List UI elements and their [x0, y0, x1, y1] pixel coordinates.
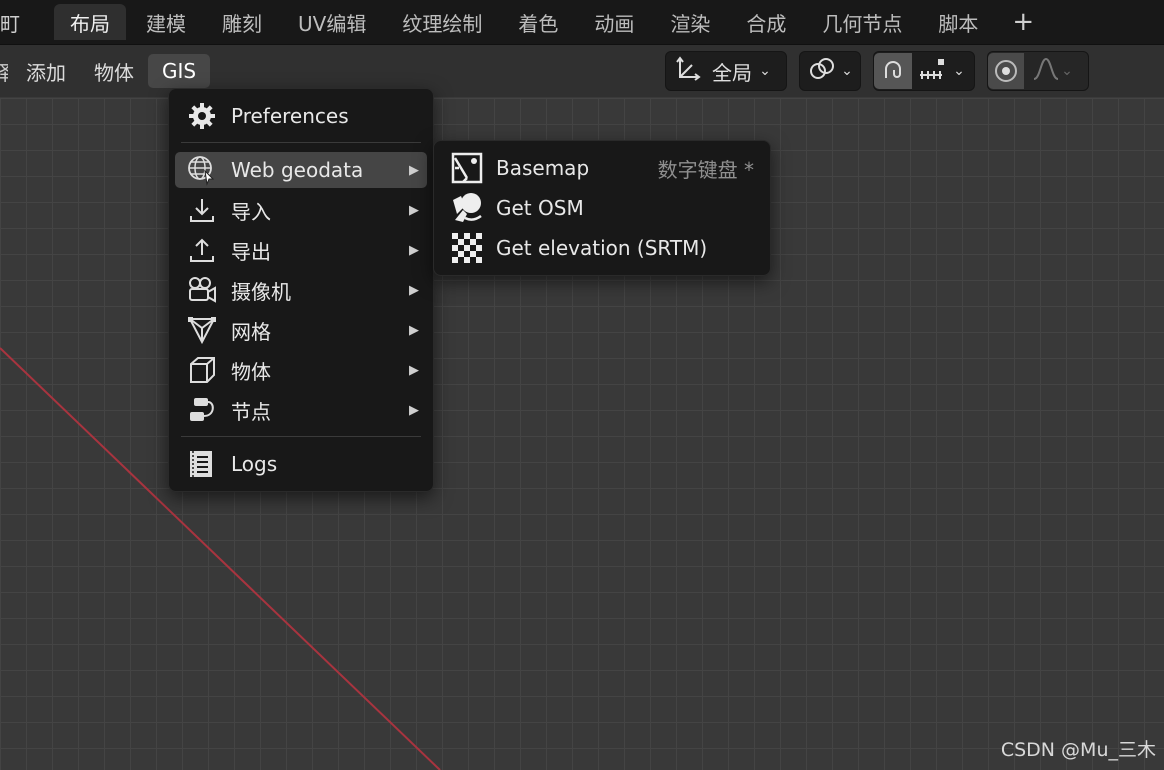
menu-item-mesh[interactable]: 网格 ▶: [175, 312, 427, 348]
menu-item-preferences[interactable]: Preferences: [175, 98, 427, 134]
tab-uv-editing[interactable]: UV编辑: [282, 4, 382, 40]
menu-item-label: 导出: [231, 239, 271, 264]
basemap-icon: [450, 151, 484, 185]
tab-modeling[interactable]: 建模: [130, 4, 202, 40]
watermark: CSDN @Mu_三木: [1000, 739, 1156, 761]
menu-item-get-elevation[interactable]: Get elevation (SRTM): [440, 230, 764, 266]
menu-object[interactable]: 物体: [80, 54, 148, 88]
transform-orientation-label: 全局: [712, 60, 752, 85]
checkerboard-icon: [450, 231, 484, 265]
submenu-arrow-icon: ▶: [409, 242, 419, 258]
menu-item-web-geodata[interactable]: Web geodata ▶: [175, 152, 427, 188]
menu-item-export[interactable]: 导出 ▶: [175, 232, 427, 268]
osm-icon: [450, 191, 484, 225]
tab-rendering[interactable]: 渲染: [654, 4, 726, 40]
snap-toggle-magnet-icon[interactable]: [874, 53, 912, 89]
menu-item-label: Basemap: [496, 156, 590, 180]
tab-compositing[interactable]: 合成: [730, 4, 802, 40]
proportional-editing-group: ⌄: [987, 51, 1089, 91]
menu-item-nodes[interactable]: 节点 ▶: [175, 392, 427, 428]
chevron-down-icon[interactable]: ⌄: [1060, 63, 1074, 79]
menu-gis[interactable]: GIS: [148, 54, 211, 88]
workspace-tab-bar: 町 布局 建模 雕刻 UV编辑 纹理绘制 着色 动画 渲染 合成 几何节点 脚本…: [0, 0, 1164, 45]
proportional-editing-toggle-icon[interactable]: [988, 53, 1024, 89]
menu-separator: [181, 436, 421, 437]
menu-item-label: 物体: [231, 359, 271, 384]
snapping-group: ⌄: [873, 51, 975, 91]
cube-icon: [185, 353, 219, 387]
pivot-link-icon: [808, 55, 836, 88]
transform-orientation-icon: [674, 55, 702, 88]
import-icon: [185, 193, 219, 227]
camera-icon: [185, 273, 219, 307]
snap-increment-icon[interactable]: [918, 57, 948, 86]
gis-dropdown-menu: Preferences Web geodata ▶ 导入 ▶ 导出 ▶ 摄像机 …: [168, 88, 434, 492]
menu-item-logs[interactable]: Logs: [175, 446, 427, 482]
menu-item-label: 节点: [231, 399, 271, 424]
menu-item-label: Web geodata: [231, 158, 364, 182]
submenu-arrow-icon: ▶: [409, 202, 419, 218]
tab-texture-paint[interactable]: 纹理绘制: [386, 4, 498, 40]
web-geodata-submenu: Basemap 数字键盘 * Get OSM Get elevation (SR…: [433, 140, 771, 276]
menu-item-label: Logs: [231, 452, 278, 476]
falloff-curve-icon[interactable]: [1032, 56, 1060, 87]
transform-orientation-dropdown[interactable]: 全局 ⌄: [665, 51, 787, 91]
menu-item-get-osm[interactable]: Get OSM: [440, 190, 764, 226]
tab-scripting[interactable]: 脚本: [922, 4, 994, 40]
menu-item-import[interactable]: 导入 ▶: [175, 192, 427, 228]
add-workspace-button[interactable]: +: [998, 7, 1048, 37]
shortcut-label: 数字键盘 *: [657, 157, 754, 182]
menu-separator: [181, 142, 421, 143]
menu-item-label: Get elevation (SRTM): [496, 236, 708, 260]
export-icon: [185, 233, 219, 267]
menu-item-label: 网格: [231, 319, 271, 344]
tab-shading[interactable]: 着色: [502, 4, 574, 40]
menu-item-label: 摄像机: [231, 279, 291, 304]
tab-layout[interactable]: 布局: [54, 4, 126, 40]
submenu-arrow-icon: ▶: [409, 282, 419, 298]
menu-item-camera[interactable]: 摄像机 ▶: [175, 272, 427, 308]
chevron-down-icon: ⌄: [841, 63, 853, 79]
menu-item-label: Preferences: [231, 104, 349, 128]
nodes-icon: [185, 393, 219, 427]
menu-item-basemap[interactable]: Basemap 数字键盘 *: [440, 150, 764, 186]
pivot-point-dropdown[interactable]: ⌄: [799, 51, 861, 91]
header-left-edge[interactable]: 择: [0, 57, 8, 86]
globe-icon: [185, 153, 219, 187]
mesh-icon: [185, 313, 219, 347]
submenu-arrow-icon: ▶: [409, 322, 419, 338]
tab-sculpting[interactable]: 雕刻: [206, 4, 278, 40]
tab-animation[interactable]: 动画: [578, 4, 650, 40]
menu-item-label: 导入: [231, 199, 271, 224]
submenu-arrow-icon: ▶: [409, 162, 419, 178]
submenu-arrow-icon: ▶: [409, 362, 419, 378]
tab-geometry-nodes[interactable]: 几何节点: [806, 4, 918, 40]
chevron-down-icon[interactable]: ⌄: [952, 63, 966, 79]
menu-item-object[interactable]: 物体 ▶: [175, 352, 427, 388]
logs-icon: [185, 447, 219, 481]
menu-item-label: Get OSM: [496, 196, 584, 220]
submenu-arrow-icon: ▶: [409, 402, 419, 418]
topbar-left-edge[interactable]: 町: [0, 8, 20, 37]
chevron-down-icon: ⌄: [759, 63, 771, 79]
menu-add[interactable]: 添加: [12, 54, 80, 88]
gear-icon: [185, 99, 219, 133]
